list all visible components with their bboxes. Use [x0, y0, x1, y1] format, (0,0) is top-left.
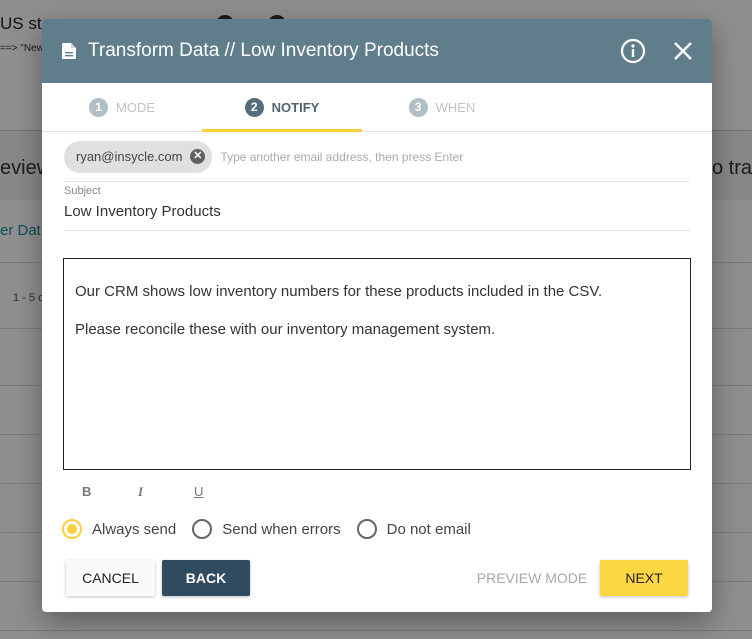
radio-unchecked-icon: [192, 519, 213, 539]
tab-label: MODE: [116, 99, 155, 115]
radio-label: Do not email: [386, 520, 471, 538]
radio-checked-icon: [62, 519, 82, 539]
radio-unchecked-icon: [356, 519, 377, 539]
subject-field: Subject: [64, 182, 690, 231]
step-number: 2: [244, 97, 264, 117]
subject-label: Subject: [64, 185, 101, 197]
transform-data-dialog: Transform Data // Low Inventory Products…: [42, 19, 712, 612]
recipients-field: ryan@insycle.com ✕: [64, 132, 690, 182]
email-chip[interactable]: ryan@insycle.com ✕: [64, 140, 213, 173]
info-button[interactable]: [618, 36, 648, 66]
italic-button[interactable]: I: [138, 484, 194, 500]
radio-label: Send when errors: [222, 520, 341, 538]
underline-button[interactable]: U: [194, 484, 250, 500]
cancel-button[interactable]: CANCEL: [66, 560, 155, 596]
close-button[interactable]: [668, 36, 698, 66]
dialog-header: Transform Data // Low Inventory Products: [42, 19, 712, 83]
dialog-title: Transform Data // Low Inventory Products: [88, 40, 439, 61]
email-body-editor[interactable]: Our CRM shows low inventory numbers for …: [63, 258, 691, 470]
step-number: 1: [89, 97, 108, 117]
email-chip-label: ryan@insycle.com: [76, 149, 183, 164]
tab-notify[interactable]: 2 NOTIFY: [202, 83, 362, 132]
preview-mode-button[interactable]: PREVIEW MODE: [474, 560, 590, 596]
radio-always-send[interactable]: Always send: [62, 519, 176, 539]
format-toolbar: B I U: [82, 484, 250, 500]
back-button[interactable]: BACK: [162, 560, 250, 596]
tab-mode[interactable]: 1 MODE: [42, 83, 202, 131]
subject-input[interactable]: [64, 203, 690, 220]
document-icon: [62, 43, 76, 59]
body-paragraph: Our CRM shows low inventory numbers for …: [75, 283, 603, 300]
remove-chip-icon[interactable]: ✕: [190, 149, 206, 164]
tab-label: WHEN: [435, 99, 476, 115]
radio-send-when-errors[interactable]: Send when errors: [192, 519, 341, 539]
info-icon: [620, 38, 646, 64]
stepper-tabs: 1 MODE 2 NOTIFY 3 WHEN: [42, 83, 712, 132]
send-options: Always send Send when errors Do not emai…: [62, 519, 487, 539]
body-paragraph: Please reconcile these with our inventor…: [75, 321, 496, 338]
radio-label: Always send: [92, 520, 177, 538]
tab-when[interactable]: 3 WHEN: [362, 83, 522, 131]
tab-label: NOTIFY: [271, 99, 320, 115]
next-button[interactable]: NEXT: [600, 560, 688, 596]
email-input[interactable]: [220, 149, 690, 164]
radio-do-not-email[interactable]: Do not email: [356, 519, 471, 539]
step-number: 3: [408, 97, 428, 117]
close-icon: [674, 42, 692, 60]
bold-button[interactable]: B: [82, 484, 138, 500]
